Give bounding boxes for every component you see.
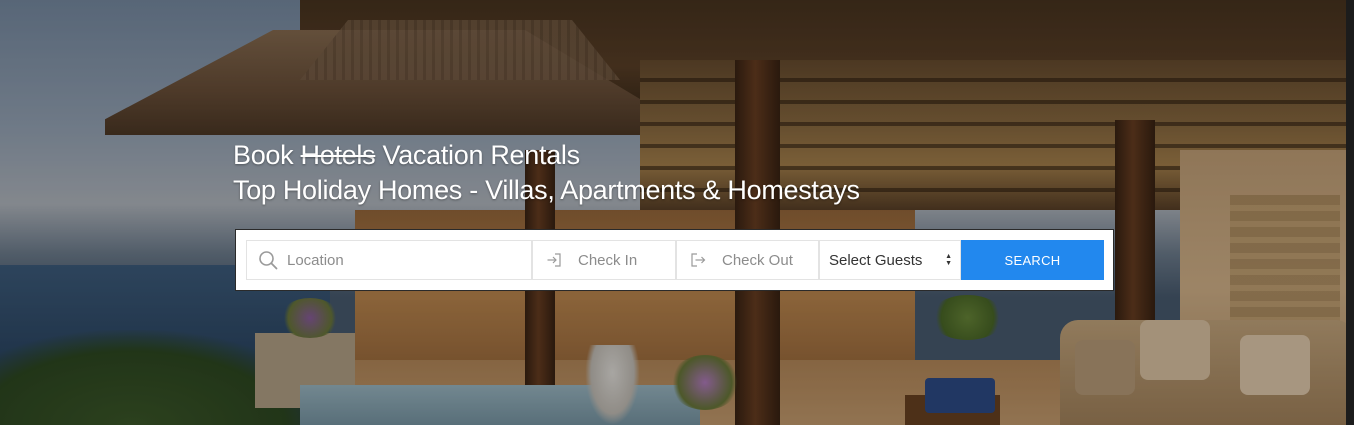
headline-line-1: Book Hotels Vacation Rentals: [233, 138, 860, 173]
check-out-field[interactable]: Check Out: [676, 240, 819, 280]
hero-headline: Book Hotels Vacation Rentals Top Holiday…: [233, 138, 860, 208]
hero-background: [0, 0, 1354, 425]
headline-vacation-rentals: Vacation Rentals: [382, 140, 580, 170]
check-out-arrow-icon: [687, 249, 709, 271]
check-in-arrow-icon: [543, 249, 565, 271]
search-icon: [257, 249, 279, 271]
location-placeholder: Location: [287, 251, 344, 269]
check-out-placeholder: Check Out: [722, 251, 793, 269]
location-field[interactable]: Location: [246, 240, 532, 280]
sort-arrows-icon: ▲ ▼: [945, 253, 952, 267]
search-bar: Location Check In Check Out Select Guest…: [235, 229, 1114, 291]
headline-line-2: Top Holiday Homes - Villas, Apartments &…: [233, 175, 860, 205]
check-in-placeholder: Check In: [578, 251, 638, 269]
headline-book-word: Book: [233, 140, 294, 170]
guests-selected-value: Select Guests: [829, 251, 923, 269]
headline-struck-word: Hotels: [300, 140, 376, 170]
search-button[interactable]: SEARCH: [961, 240, 1104, 280]
check-in-field[interactable]: Check In: [532, 240, 676, 280]
guests-select[interactable]: Select Guests ▲ ▼: [819, 240, 961, 280]
hero-dark-overlay: [0, 0, 1354, 425]
scrollbar-track[interactable]: [1346, 0, 1354, 425]
